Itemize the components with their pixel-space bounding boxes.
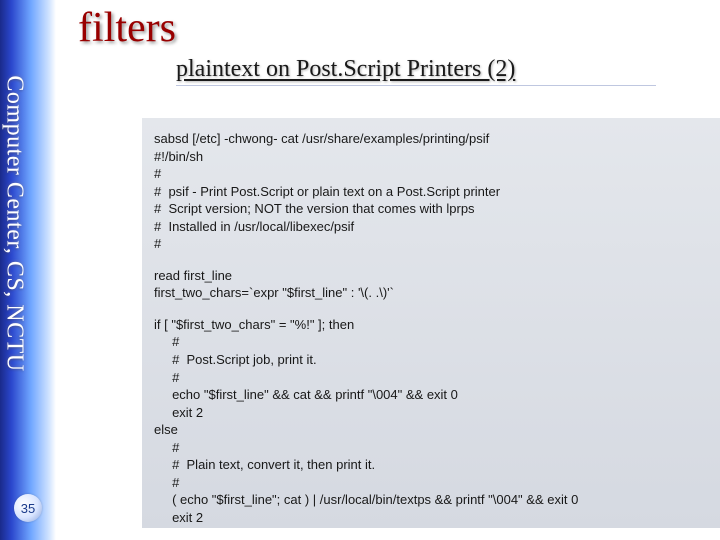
code-block-readline: read first_line first_two_chars=`expr "$…: [154, 267, 720, 302]
code-block-header: sabsd [/etc] -chwong- cat /usr/share/exa…: [154, 130, 720, 253]
page-number-badge: 35: [14, 494, 42, 522]
subtitle-wrap: plaintext on Post.Script Printers (2): [176, 56, 720, 86]
slide-subtitle: plaintext on Post.Script Printers (2): [176, 56, 515, 82]
slide-title: filters: [56, 0, 720, 52]
code-box: sabsd [/etc] -chwong- cat /usr/share/exa…: [142, 118, 720, 528]
sidebar-label: Computer Center, CS, NCTU: [1, 14, 28, 434]
content-area: filters plaintext on Post.Script Printer…: [56, 0, 720, 540]
subtitle-rule: [176, 85, 656, 86]
sidebar-gradient: Computer Center, CS, NCTU 35: [0, 0, 56, 540]
page-number: 35: [21, 501, 35, 516]
code-block-if: if [ "$first_two_chars" = "%!" ]; then #…: [154, 316, 720, 528]
slide: Computer Center, CS, NCTU 35 filters pla…: [0, 0, 720, 540]
